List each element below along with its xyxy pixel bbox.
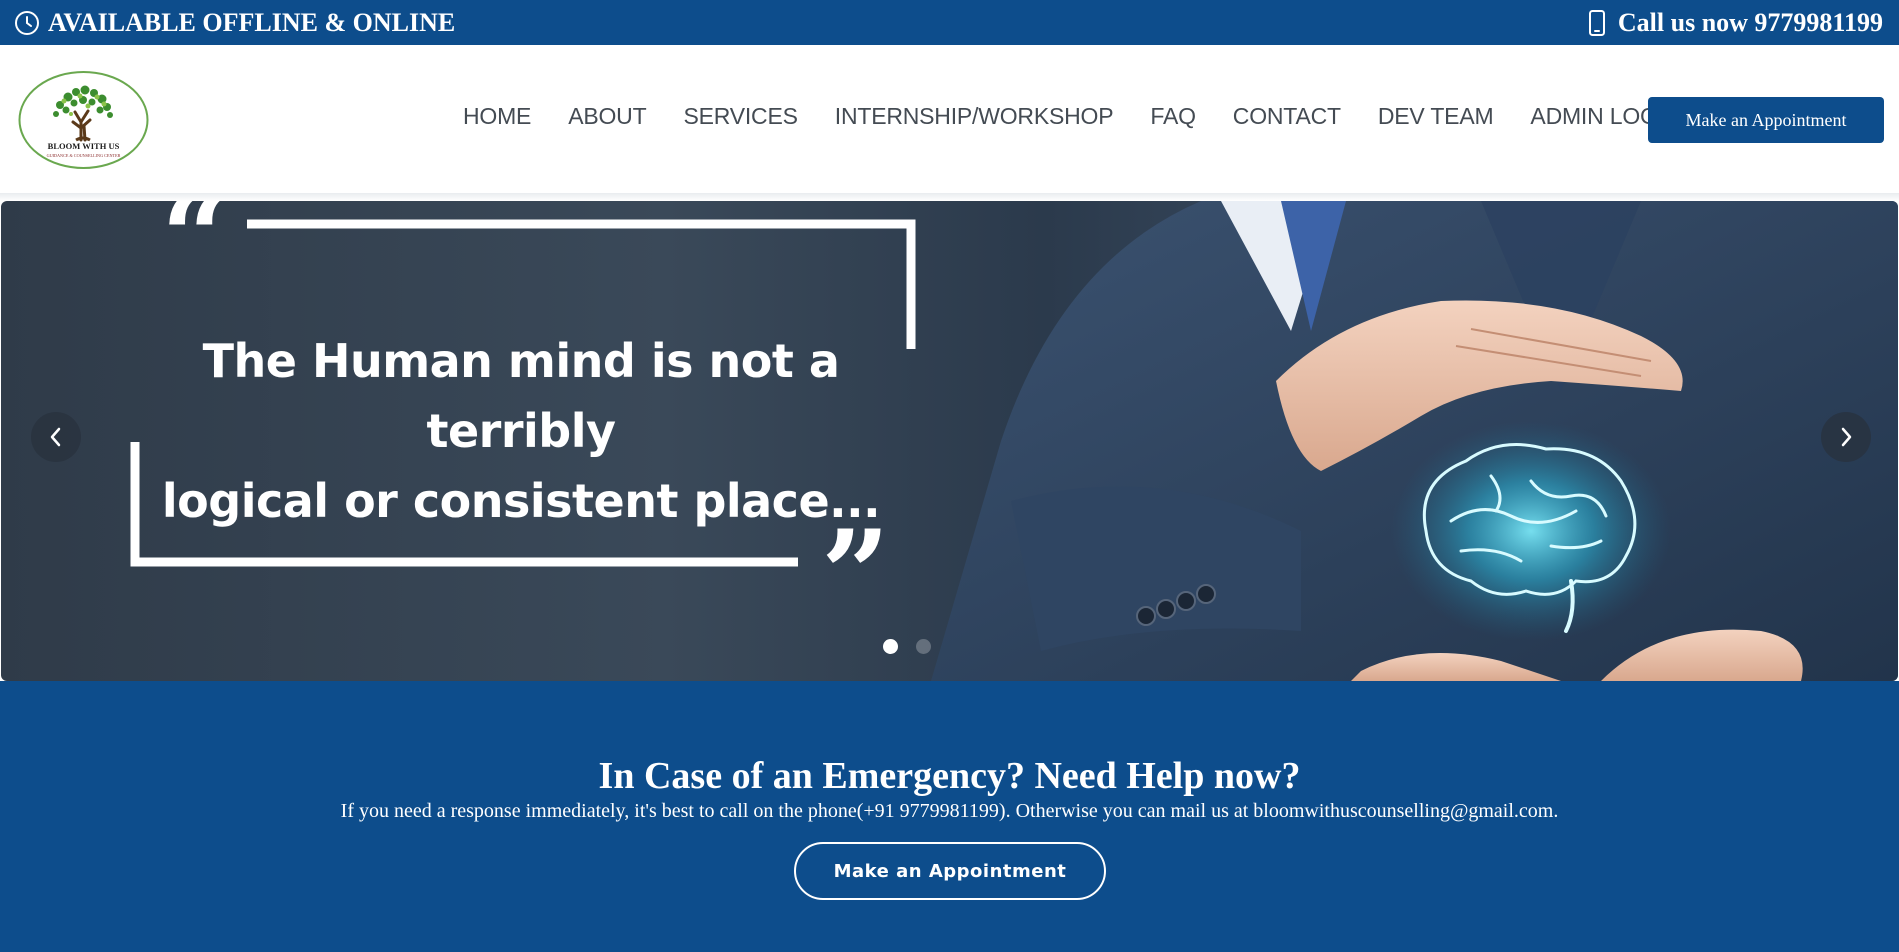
hero-quote: The Human mind is not a terribly logical…: [141, 326, 901, 536]
hero-quote-line-2: logical or consistent place...: [161, 474, 881, 528]
phone-icon: [1588, 10, 1606, 36]
hero-slider: “ ” The Human mind is not a terribly log…: [1, 201, 1898, 681]
emergency-section: In Case of an Emergency? Need Help now? …: [0, 681, 1899, 952]
header-divider: [0, 193, 1899, 201]
slider-prev-button[interactable]: [31, 412, 81, 462]
chevron-left-icon: [50, 427, 61, 447]
main-nav: HOME ABOUT SERVICES INTERNSHIP/WORKSHOP …: [463, 103, 1717, 130]
nav-about[interactable]: ABOUT: [568, 103, 646, 130]
logo-title: BLOOM WITH US: [48, 141, 120, 151]
call-text[interactable]: Call us now 9779981199: [1618, 8, 1883, 38]
logo-subtitle: GUIDANCE & COUNSELLING CENTER: [47, 153, 121, 158]
open-quote-icon: “: [161, 201, 230, 308]
top-bar: AVAILABLE OFFLINE & ONLINE Call us now 9…: [0, 0, 1899, 45]
slider-dot-2[interactable]: [916, 639, 931, 654]
availability-info: AVAILABLE OFFLINE & ONLINE: [14, 8, 455, 38]
clock-icon: [14, 10, 40, 36]
logo[interactable]: BLOOM WITH US GUIDANCE & COUNSELLING CEN…: [18, 70, 149, 170]
emergency-appointment-button[interactable]: Make an Appointment: [794, 842, 1106, 900]
nav-internship-workshop[interactable]: INTERNSHIP/WORKSHOP: [835, 103, 1114, 130]
slider-indicators: [883, 639, 931, 654]
nav-contact[interactable]: CONTACT: [1233, 103, 1341, 130]
make-appointment-button[interactable]: Make an Appointment: [1648, 97, 1884, 143]
availability-text: AVAILABLE OFFLINE & ONLINE: [48, 8, 456, 37]
chevron-right-icon: [1841, 427, 1852, 447]
nav-faq[interactable]: FAQ: [1150, 103, 1196, 130]
call-info[interactable]: Call us now 9779981199: [1588, 8, 1883, 38]
slider-dot-1[interactable]: [883, 639, 898, 654]
nav-services[interactable]: SERVICES: [683, 103, 798, 130]
hero-quote-line-1: The Human mind is not a terribly: [202, 334, 840, 458]
emergency-text: If you need a response immediately, it's…: [340, 800, 1559, 822]
nav-dev-team[interactable]: DEV TEAM: [1378, 103, 1494, 130]
emergency-title: In Case of an Emergency? Need Help now?: [598, 755, 1301, 797]
slider-next-button[interactable]: [1821, 412, 1871, 462]
nav-home[interactable]: HOME: [463, 103, 531, 130]
site-header: BLOOM WITH US GUIDANCE & COUNSELLING CEN…: [0, 45, 1899, 195]
